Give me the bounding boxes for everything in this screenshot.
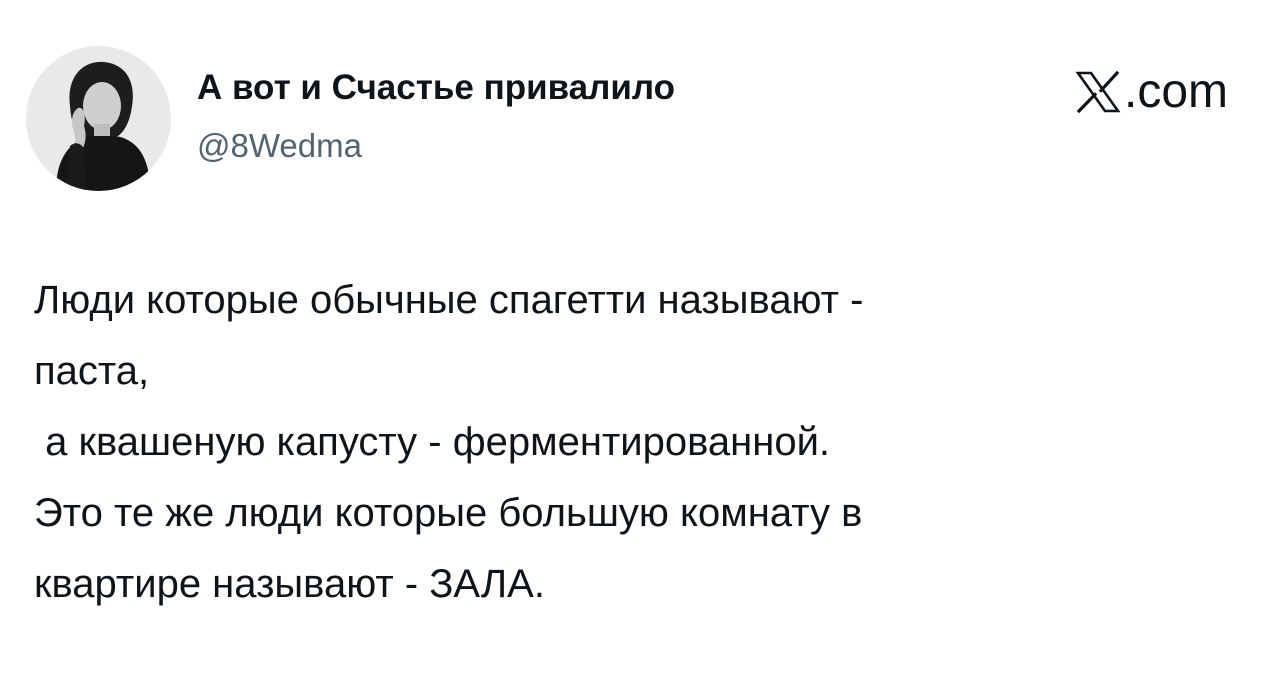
- x-logo-icon: [1075, 70, 1121, 114]
- avatar[interactable]: [26, 46, 171, 191]
- tweet-text-line: Это те же люди которые большую комнату в: [34, 491, 863, 535]
- tweet-text: Люди которые обычные спагетти называют -…: [34, 265, 1244, 620]
- author-display-name[interactable]: А вот и Счастье привалило: [197, 64, 675, 112]
- tweet-text-line: Люди которые обычные спагетти называют -: [34, 278, 864, 322]
- tweet-text-line: а квашеную капусту - ферментированной.: [34, 420, 831, 464]
- tweet-text-line: паста,: [34, 349, 150, 393]
- brand-logo: .com: [1074, 62, 1228, 122]
- brand-domain: .com: [1123, 65, 1228, 118]
- woman-portrait-avatar-image: [26, 46, 171, 191]
- tweet-card: А вот и Счастье привалило @8Wedma .com Л…: [0, 0, 1280, 675]
- author-handle[interactable]: @8Wedma: [197, 124, 362, 168]
- tweet-text-line: квартире называют - ЗАЛА.: [34, 562, 545, 606]
